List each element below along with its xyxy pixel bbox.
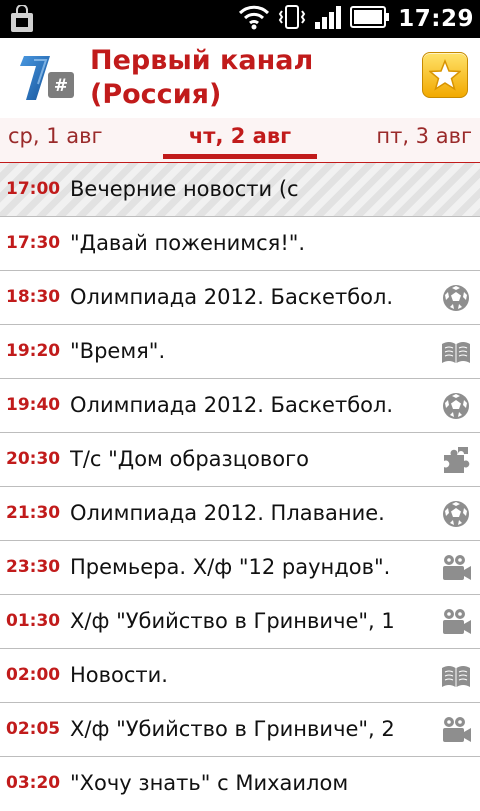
program-time: 18:30 [6,287,61,307]
program-time: 01:30 [6,611,61,631]
program-row[interactable]: 19:20 "Время". [0,325,480,379]
program-row[interactable]: 20:30 Т/с "Дом образцового [0,433,480,487]
wifi-icon [238,4,270,34]
program-title: Т/с "Дом образцового [70,447,309,471]
program-time: 17:30 [6,233,61,253]
program-row[interactable]: 18:30 Олимпиада 2012. Баскетбол. [0,271,480,325]
program-title: Олимпиада 2012. Плавание. [70,501,385,525]
program-list: 17:00 Вечерние новости (с 17:30 "Давай п… [0,163,480,811]
channel-one-logo: # [16,50,78,106]
program-title: Олимпиада 2012. Баскетбол. [70,285,394,309]
movie-camera-icon [443,717,471,742]
vibrate-icon [278,4,306,34]
program-row[interactable]: 17:00 Вечерние новости (с [0,163,480,217]
current-tab-indicator [163,154,317,159]
open-book-icon [442,666,470,687]
status-icons: 17:29 [238,0,474,38]
program-time: 23:30 [6,557,61,577]
program-time: 02:00 [6,665,61,685]
program-title: "Время". [70,339,166,363]
puzzle-icon [444,447,470,473]
program-time: 20:30 [6,449,61,469]
program-title: Х/ф "Убийство в Гринвиче", 2 [70,717,395,741]
program-time: 02:05 [6,719,61,739]
sport-ball-icon [443,393,469,419]
program-title: Премьера. Х/ф "12 раундов". [70,555,391,579]
channel-header: # Первый канал (Россия) [0,38,480,118]
status-clock: 17:29 [398,6,474,32]
movie-camera-icon [443,555,471,580]
program-time: 03:20 [6,773,61,793]
star-icon [429,59,461,91]
program-title: Олимпиада 2012. Баскетбол. [70,393,394,417]
program-title: "Хочу знать" с Михаилом [70,771,349,795]
sport-ball-icon [443,285,469,311]
program-row[interactable]: 01:30 Х/ф "Убийство в Гринвиче", 1 [0,595,480,649]
signal-icon [314,4,342,34]
program-time: 19:40 [6,395,61,415]
program-row[interactable]: 19:40 Олимпиада 2012. Баскетбол. [0,379,480,433]
program-time: 17:00 [6,179,61,199]
date-tabs: ср, 1 авг чт, 2 авг пт, 3 авг [0,118,480,163]
program-time: 21:30 [6,503,61,523]
program-row[interactable]: 23:30 Премьера. Х/ф "12 раундов". [0,541,480,595]
sport-ball-icon [443,501,469,527]
tab-next-day[interactable]: пт, 3 авг [376,118,472,162]
program-time: 19:20 [6,341,61,361]
tab-prev-day[interactable]: ср, 1 авг [8,118,103,162]
status-bar: 17:29 [0,0,480,38]
program-title: Х/ф "Убийство в Гринвиче", 1 [70,609,395,633]
movie-camera-icon [443,609,471,634]
svg-text:#: # [54,76,68,96]
program-title: Новости. [70,663,168,687]
program-title: Вечерние новости (с [70,177,299,201]
battery-icon [350,4,390,34]
shopping-bag-icon [10,4,34,33]
program-row[interactable]: 17:30 "Давай поженимся!". [0,217,480,271]
program-row[interactable]: 02:00 Новости. [0,649,480,703]
open-book-icon [442,342,470,363]
program-row[interactable]: 21:30 Олимпиада 2012. Плавание. [0,487,480,541]
favorite-button[interactable] [422,52,468,98]
program-row[interactable]: 02:05 Х/ф "Убийство в Гринвиче", 2 [0,703,480,757]
program-title: "Давай поженимся!". [70,231,306,255]
program-row[interactable]: 03:20 "Хочу знать" с Михаилом [0,757,480,811]
channel-title: Первый канал (Россия) [90,45,314,110]
